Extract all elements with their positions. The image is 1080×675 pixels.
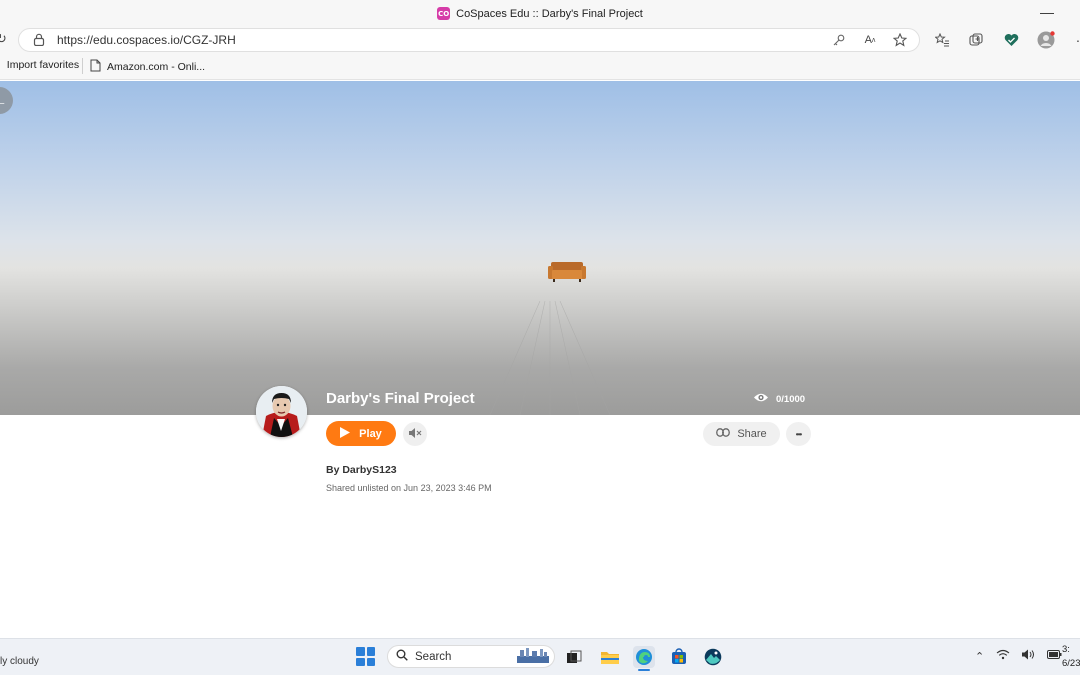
favorites-list-icon[interactable]	[932, 30, 952, 50]
arrow-left-icon: ←	[0, 92, 7, 109]
share-label: Share	[737, 428, 767, 440]
edge-browser-icon[interactable]	[633, 646, 655, 668]
read-aloud-icon[interactable]: Aᴧ	[860, 30, 880, 50]
shared-date: Shared unlisted on Jun 23, 2023 3:46 PM	[326, 483, 492, 493]
search-icon	[396, 649, 408, 664]
file-explorer-icon[interactable]	[599, 646, 621, 668]
microsoft-store-icon[interactable]	[668, 646, 690, 668]
view-count: 0/1000	[753, 392, 805, 406]
author-avatar[interactable]	[256, 386, 307, 437]
speaker-muted-icon	[408, 427, 422, 441]
more-dots-icon: •••	[795, 429, 802, 439]
view-count-text: 0/1000	[776, 393, 806, 405]
project-author[interactable]: By DarbyS123	[326, 464, 397, 476]
play-icon	[340, 426, 351, 441]
favorite-star-icon[interactable]	[890, 30, 910, 50]
collections-icon[interactable]	[966, 30, 986, 50]
mute-button[interactable]	[403, 422, 427, 446]
favorite-import[interactable]: ⁞ Import favorites	[0, 59, 79, 71]
play-button[interactable]: Play	[326, 421, 396, 446]
share-button[interactable]: Share	[703, 422, 780, 446]
browser-tab[interactable]: CO CoSpaces Edu :: Darby's Final Project	[0, 0, 1080, 27]
sofa-object	[548, 261, 586, 283]
project-title: Darby's Final Project	[326, 390, 475, 407]
tab-title: CoSpaces Edu :: Darby's Final Project	[456, 7, 643, 20]
clock-date: 6/23	[1062, 658, 1080, 669]
lock-icon[interactable]	[33, 33, 45, 51]
key-icon[interactable]	[828, 30, 848, 50]
url-text[interactable]: https://edu.cospaces.io/CGZ-JRH	[57, 33, 236, 47]
search-highlight-icon	[516, 646, 550, 667]
active-app-indicator	[638, 669, 650, 671]
browser-essentials-icon[interactable]	[1001, 30, 1021, 50]
volume-icon[interactable]	[1022, 649, 1035, 663]
import-icon: ⁞	[0, 60, 1, 71]
minimize-button[interactable]: —	[1040, 4, 1054, 20]
more-menu-icon[interactable]: ·	[1068, 30, 1080, 50]
battery-icon[interactable]	[1047, 650, 1062, 662]
favorites-divider	[82, 58, 83, 74]
eye-icon	[753, 392, 769, 406]
favorite-amazon[interactable]: Amazon.com - Onli...	[90, 59, 205, 75]
refresh-icon[interactable]: ↻	[0, 31, 7, 47]
system-tray: ⌃	[975, 649, 1062, 663]
task-view-icon[interactable]	[563, 646, 585, 668]
cospaces-logo-icon: CO	[437, 7, 451, 20]
weather-widget[interactable]: ly cloudy	[0, 656, 39, 667]
windows-start-icon[interactable]	[356, 647, 375, 666]
page-icon	[90, 59, 101, 75]
link-icon	[716, 428, 731, 440]
chevron-up-icon[interactable]: ⌃	[975, 650, 984, 663]
profile-avatar-icon[interactable]	[1036, 30, 1056, 50]
play-label: Play	[359, 427, 382, 440]
taskbar-clock[interactable]: 3: 6/23	[1062, 643, 1080, 671]
wifi-icon[interactable]	[996, 649, 1010, 663]
more-options-button[interactable]: •••	[786, 422, 811, 446]
taskbar-search[interactable]: Search	[387, 645, 555, 668]
clock-time: 3:	[1062, 644, 1070, 655]
search-label: Search	[415, 650, 452, 663]
photos-app-icon[interactable]	[702, 646, 724, 668]
scene-preview[interactable]	[0, 81, 1080, 415]
